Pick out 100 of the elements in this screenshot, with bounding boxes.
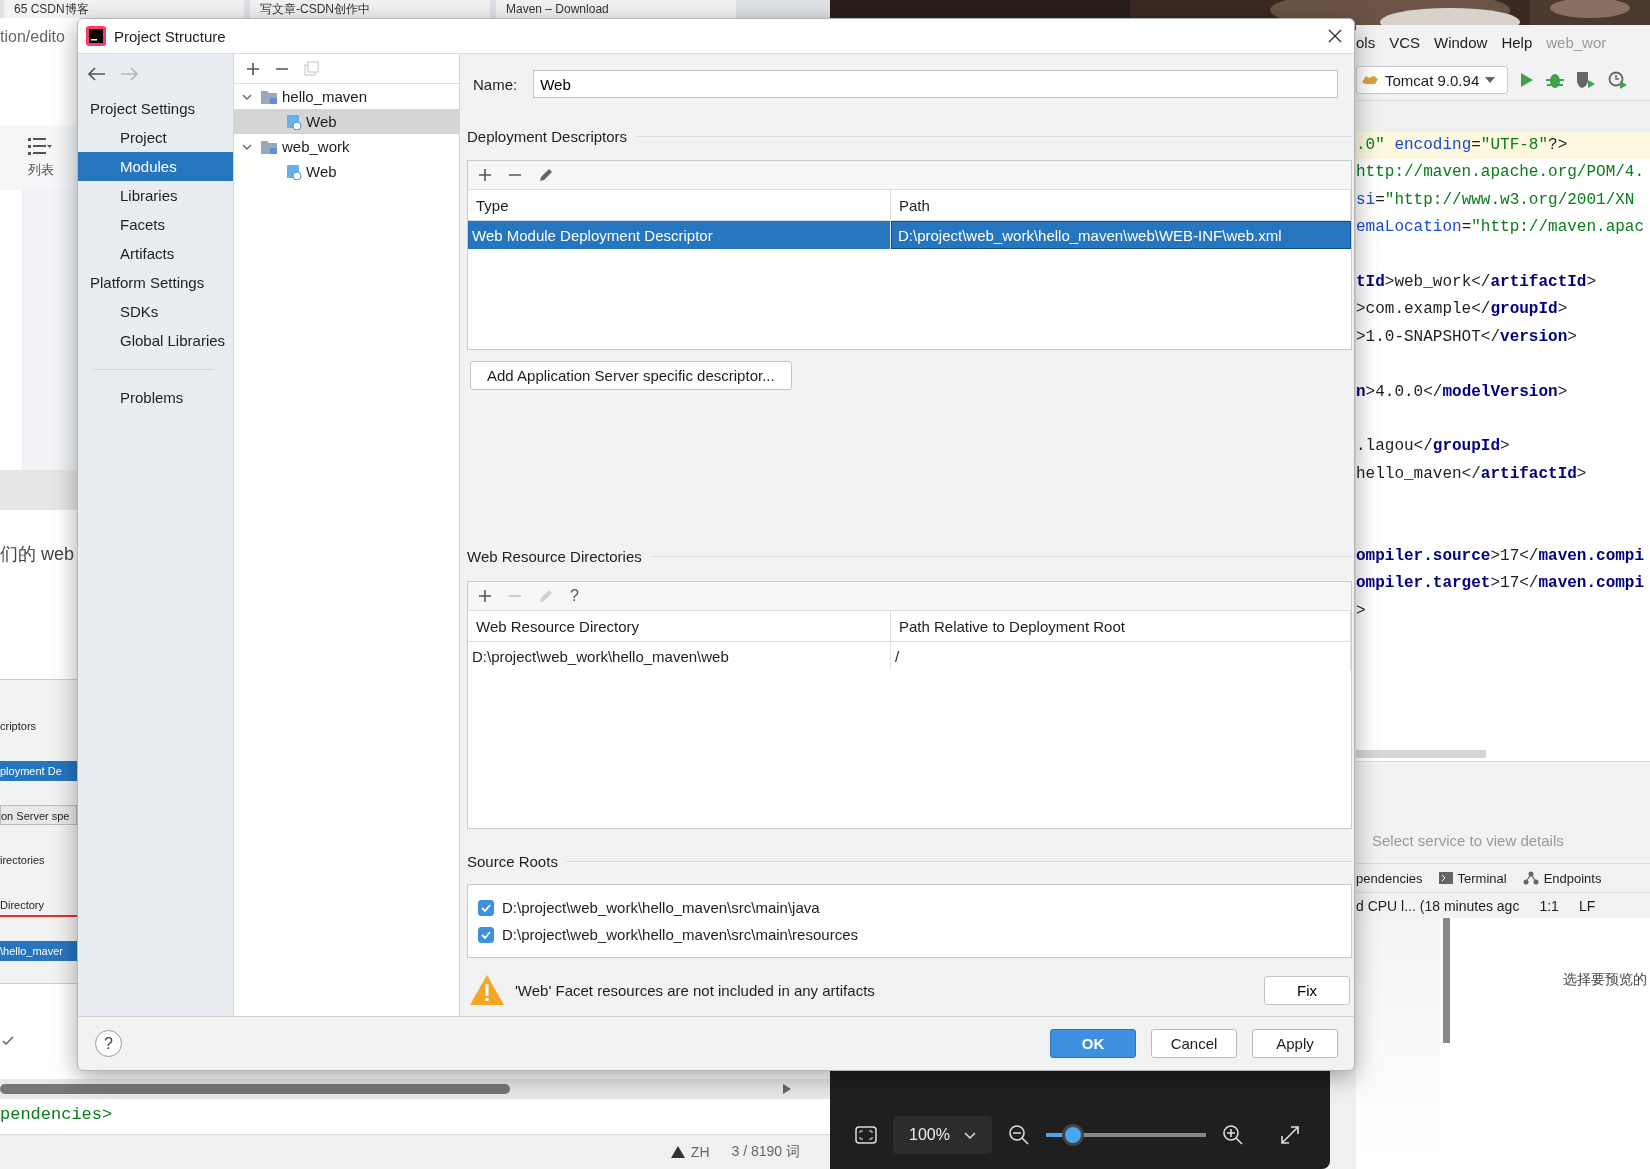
warning-icon [670,1146,685,1159]
project-name: web_wor [1546,34,1607,51]
code-line: si="http://www.w3.org/2001/XN [1356,190,1635,209]
language-indicator[interactable]: ZH [690,1144,710,1161]
menu-item[interactable]: Help [1501,34,1533,51]
app-logo-icon [86,26,106,46]
close-button[interactable] [1328,29,1342,43]
services-hint: Select service to view details [1372,832,1564,849]
nav-item[interactable]: Project [78,123,233,152]
nav-section-header: Project Settings [89,99,197,119]
column-header: Path [891,190,1351,220]
toolbar-label: 列表 [28,160,54,179]
folder-icon [260,88,278,105]
nav-item[interactable]: Global Libraries [78,326,233,355]
remove-icon[interactable] [275,66,289,71]
add-descriptor-button[interactable]: Add Application Server specific descriptor... [470,361,792,390]
shield-run-icon[interactable] [1576,71,1596,89]
bug-icon[interactable] [1546,71,1564,89]
table-cell: D:\project\web_work\hello_maven\web\WEB-INF\web.xml [891,221,1351,249]
caret-icon [963,1131,976,1139]
nav-item[interactable]: Problems [78,383,233,412]
screenshot-text: \hello_maver [0,941,77,962]
zoom-dropdown[interactable]: 100% [893,1116,992,1154]
help-button[interactable]: ? [95,1030,122,1057]
window-title: Project Structure [114,27,227,45]
status-text: LF [1578,897,1596,914]
checkbox[interactable] [478,899,494,916]
code-line: ompiler.source>17</maven.compi [1356,546,1645,565]
table-row[interactable]: Web Module Deployment Descriptor D:\project\web_work\hello_maven\web\WEB-INF\web.xml [468,221,1351,249]
add-icon[interactable] [478,168,492,182]
back-button[interactable] [88,67,106,81]
module-name[interactable]: hello_maven [282,88,368,105]
check-icon [2,1036,14,1047]
code-line: tId>web_work</artifactId> [1356,272,1597,291]
fit-screen-icon[interactable] [855,1126,877,1144]
pencil-icon[interactable] [538,167,554,183]
section-title: Web Resource Directories [467,547,642,565]
remove-icon[interactable] [508,173,522,177]
screenshot-text: ployment De [0,760,77,781]
menu-item[interactable]: ols [1356,34,1376,51]
browser-tab[interactable]: 写文章-CSDN创作中 [250,0,490,18]
code-line: ompiler.target>17</maven.compi [1356,574,1645,593]
nav-item[interactable]: Modules [78,152,233,181]
nav-item[interactable]: Facets [78,210,233,239]
tool-tab[interactable]: pendencies [1356,870,1423,886]
add-icon[interactable] [246,61,260,76]
screenshot-text: on Server spe [0,805,77,826]
folder-icon [260,138,278,155]
check-icon [481,930,491,939]
dialog-button[interactable]: Cancel [1151,1029,1237,1058]
list-icon[interactable] [28,136,52,155]
run-config-dropdown[interactable]: Tomcat 9.0.94 [1356,66,1508,94]
tool-tab[interactable]: Endpoints [1543,870,1602,886]
clock-run-icon[interactable] [1608,71,1628,89]
slider-thumb[interactable] [1062,1124,1085,1146]
scrollbar-thumb[interactable] [1443,918,1450,1043]
fix-button[interactable]: Fix [1264,975,1350,1005]
check-icon [481,903,491,912]
browser-tab[interactable]: 65 CSDN博客 [4,0,244,18]
tool-tab[interactable]: Terminal [1457,870,1507,886]
screenshot-text: criptors [0,719,38,735]
scroll-right-icon[interactable] [782,1083,792,1096]
code-line: .lagou</groupId> [1356,437,1510,456]
menu-item[interactable]: Window [1434,34,1488,51]
facet-name[interactable]: Web [306,113,337,130]
caret-icon [1485,77,1496,83]
browser-tab[interactable]: Maven – Download [496,0,736,18]
status-text: d CPU l... (18 minutes agc [1356,897,1520,914]
column-header: Web Resource Directory [468,611,891,641]
warning-message: 'Web' Facet resources are not included in any artifacts [515,981,876,999]
screenshot-text: irectories [0,853,46,869]
facet-name[interactable]: Web [306,163,337,180]
table-cell: D:\project\web_work\hello_maven\web [468,642,891,670]
run-icon[interactable] [1520,72,1534,88]
web-page-icon [286,113,302,130]
code-line: hello_maven</artifactId> [1356,464,1587,483]
name-field[interactable]: Web [533,70,1338,98]
help-button[interactable]: ? [570,587,579,605]
code-line: > [1356,601,1366,620]
nav-item[interactable]: SDKs [78,297,233,326]
checkbox[interactable] [478,926,494,943]
expand-icon[interactable] [1279,1125,1300,1145]
zoom-out-icon[interactable] [1007,1124,1030,1146]
scrollbar-thumb[interactable] [0,1084,510,1095]
web-page-icon [286,163,302,180]
dialog-button[interactable]: Apply [1252,1029,1338,1058]
code-line: >1.0-SNAPSHOT</version> [1356,327,1577,346]
source-root-path: D:\project\web_work\hello_maven\src\main\resources [502,926,858,943]
table-row[interactable]: D:\project\web_work\hello_maven\web / [468,642,1351,670]
module-name[interactable]: web_work [282,138,350,155]
scrollbar-thumb[interactable] [1356,749,1486,758]
code-line: .0" encoding="UTF-8"?> [1356,136,1568,154]
add-icon[interactable] [478,589,492,603]
nav-item[interactable]: Artifacts [78,239,233,268]
column-header: Type [468,190,891,220]
zoom-in-icon[interactable] [1221,1124,1244,1146]
menu-item[interactable]: VCS [1389,34,1421,51]
code-line: n>4.0.0</modelVersion> [1356,382,1568,401]
field-label: Name: [473,75,518,93]
nav-item[interactable]: Libraries [78,181,233,210]
